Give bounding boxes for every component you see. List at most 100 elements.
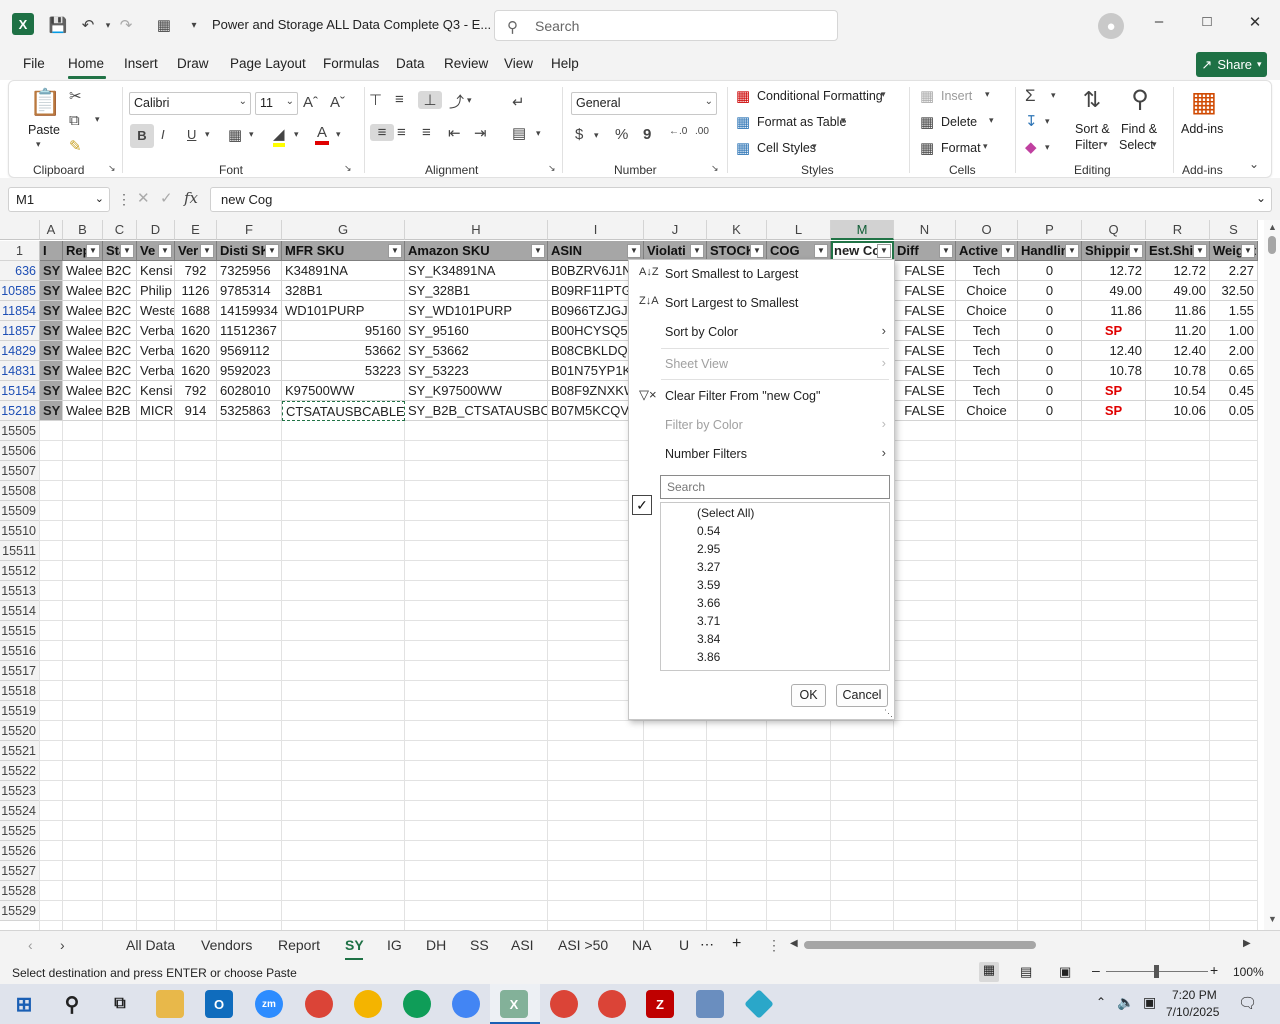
sheet-tab-report[interactable]: Report [278, 937, 320, 953]
table-cell[interactable]: 914 [175, 401, 217, 421]
filter-dropdown-icon[interactable]: ▼ [1001, 244, 1015, 258]
number-format-select[interactable]: General ⌄ [571, 92, 717, 115]
row-header[interactable]: 11857 [0, 321, 40, 341]
maximize-icon[interactable]: □ [1195, 13, 1219, 37]
table-cell[interactable]: 11.86 [1146, 301, 1210, 321]
merge-dropdown-icon[interactable]: ▾ [536, 128, 541, 139]
table-cell[interactable]: 11512367 [217, 321, 282, 341]
table-cell[interactable]: 12.72 [1082, 261, 1146, 281]
table-cell[interactable]: SY_K97500WW [405, 381, 548, 401]
merge-center-icon[interactable]: ▤ [512, 124, 526, 142]
table-cell[interactable]: 0 [1018, 341, 1082, 361]
table-cell[interactable]: Choice [956, 281, 1018, 301]
table-cell[interactable]: Tech [956, 341, 1018, 361]
delete-cells-icon[interactable]: ▦ [920, 113, 934, 131]
zoom-out-icon[interactable]: – [1092, 962, 1100, 978]
table-cell[interactable]: Verba [137, 321, 175, 341]
format-cells-icon[interactable]: ▦ [920, 139, 934, 157]
tab-page-layout[interactable]: Page Layout [230, 56, 306, 71]
increase-decimal-icon[interactable]: ←.0 [669, 126, 687, 137]
table-cell[interactable]: SY_95160 [405, 321, 548, 341]
table-cell[interactable]: 11.20 [1146, 321, 1210, 341]
table-cell[interactable]: 2.27 [1210, 261, 1258, 281]
table-cell[interactable]: SY_53223 [405, 361, 548, 381]
column-header[interactable]: Q [1082, 220, 1146, 240]
table-cell[interactable]: 1688 [175, 301, 217, 321]
bold-button[interactable]: B [130, 124, 154, 148]
row-header[interactable]: 15505 [0, 421, 40, 441]
table-cell[interactable]: Walee [63, 281, 103, 301]
column-header[interactable]: J [644, 220, 707, 240]
table-cell[interactable]: 49.00 [1082, 281, 1146, 301]
zoom-app-icon[interactable]: zm [255, 990, 283, 1018]
filter-value-option[interactable]: 0.54 [697, 524, 720, 538]
table-cell[interactable]: Walee [63, 301, 103, 321]
fill-color-dropdown-icon[interactable]: ▾ [294, 129, 299, 140]
expand-formula-bar-icon[interactable]: ⌄ [1256, 191, 1266, 205]
scroll-right-icon[interactable]: ▶ [1243, 938, 1251, 949]
fill-dropdown-icon[interactable]: ▾ [1045, 116, 1050, 127]
zoom-in-icon[interactable]: + [1210, 962, 1218, 978]
filter-value-option[interactable]: 3.86 [697, 650, 720, 664]
row-header[interactable]: 11854 [0, 301, 40, 321]
page-break-view-icon[interactable]: ▣ [1059, 964, 1071, 980]
scroll-down-icon[interactable]: ▼ [1268, 914, 1277, 924]
table-cell[interactable]: 49.00 [1146, 281, 1210, 301]
table-cell[interactable]: 9569112 [217, 341, 282, 361]
calculator-icon[interactable] [696, 990, 724, 1018]
table-cell[interactable]: SY [40, 381, 63, 401]
row-header[interactable]: 15523 [0, 781, 40, 801]
row-header[interactable]: 15511 [0, 541, 40, 561]
table-cell[interactable]: 10.54 [1146, 381, 1210, 401]
table-cell[interactable]: SY_328B1 [405, 281, 548, 301]
table-cell[interactable]: 2.00 [1210, 341, 1258, 361]
filter-values-list[interactable]: (Select All) 0.54 2.95 3.27 3.59 3.66 3.71 3.84… [660, 502, 890, 671]
header-cell[interactable]: Disti SK ▼ [217, 241, 282, 261]
filter-dropdown-icon[interactable]: ▼ [750, 244, 764, 258]
horizontal-scroll-thumb[interactable] [804, 941, 1036, 949]
row-header[interactable]: 10585 [0, 281, 40, 301]
table-cell[interactable]: B2C [103, 261, 137, 281]
calculator-icon[interactable]: ▦ [152, 13, 176, 37]
sort-descending-option[interactable]: Sort Largest to Smallest [665, 296, 798, 310]
align-middle-icon[interactable]: ≡ [395, 91, 404, 108]
table-cell[interactable]: 1.00 [1210, 321, 1258, 341]
underline-button[interactable]: U [187, 127, 196, 142]
column-header[interactable]: A [40, 220, 63, 240]
column-header[interactable]: D [137, 220, 175, 240]
paste-dropdown-icon[interactable]: ▾ [36, 139, 41, 150]
table-cell[interactable]: Walee [63, 381, 103, 401]
cut-icon[interactable]: ✂ [69, 87, 82, 105]
app-diamond-icon[interactable] [744, 989, 774, 1019]
table-cell[interactable]: Tech [956, 381, 1018, 401]
table-cell[interactable]: 328B1 [282, 281, 405, 301]
table-cell[interactable]: 792 [175, 261, 217, 281]
row-header[interactable]: 15516 [0, 641, 40, 661]
row-header[interactable]: 15524 [0, 801, 40, 821]
row-header[interactable]: 15509 [0, 501, 40, 521]
table-cell[interactable]: 792 [175, 381, 217, 401]
notifications-icon[interactable]: 🗨 [1238, 994, 1257, 1012]
table-cell[interactable]: 1620 [175, 341, 217, 361]
chrome-icon[interactable] [305, 990, 333, 1018]
column-header[interactable]: S [1210, 220, 1258, 240]
conditional-dropdown-icon[interactable]: ▾ [881, 89, 886, 100]
minimize-icon[interactable]: – [1147, 13, 1171, 37]
table-cell[interactable]: FALSE [894, 341, 956, 361]
filter-dropdown-icon[interactable]: ▼ [531, 244, 545, 258]
column-header[interactable]: L [767, 220, 831, 240]
header-cell[interactable]: new Co ▼​ [831, 241, 894, 261]
sort-filter-label-1[interactable]: Sort & [1075, 122, 1110, 136]
percent-button[interactable]: % [615, 126, 628, 143]
decrease-indent-icon[interactable]: ⇤ [448, 124, 461, 142]
add-ins-icon[interactable]: ▦ [1187, 85, 1221, 118]
decrease-font-icon[interactable]: Aˇ [330, 94, 345, 111]
table-cell[interactable]: MICR [137, 401, 175, 421]
column-header[interactable]: E [175, 220, 217, 240]
row-header[interactable]: 15526 [0, 841, 40, 861]
table-cell[interactable]: 11.86 [1082, 301, 1146, 321]
column-header[interactable]: P [1018, 220, 1082, 240]
header-cell[interactable]: Rep ▼ [63, 241, 103, 261]
table-cell[interactable]: 5325863 [217, 401, 282, 421]
header-cell[interactable]: Amazon SKU ▼ [405, 241, 548, 261]
